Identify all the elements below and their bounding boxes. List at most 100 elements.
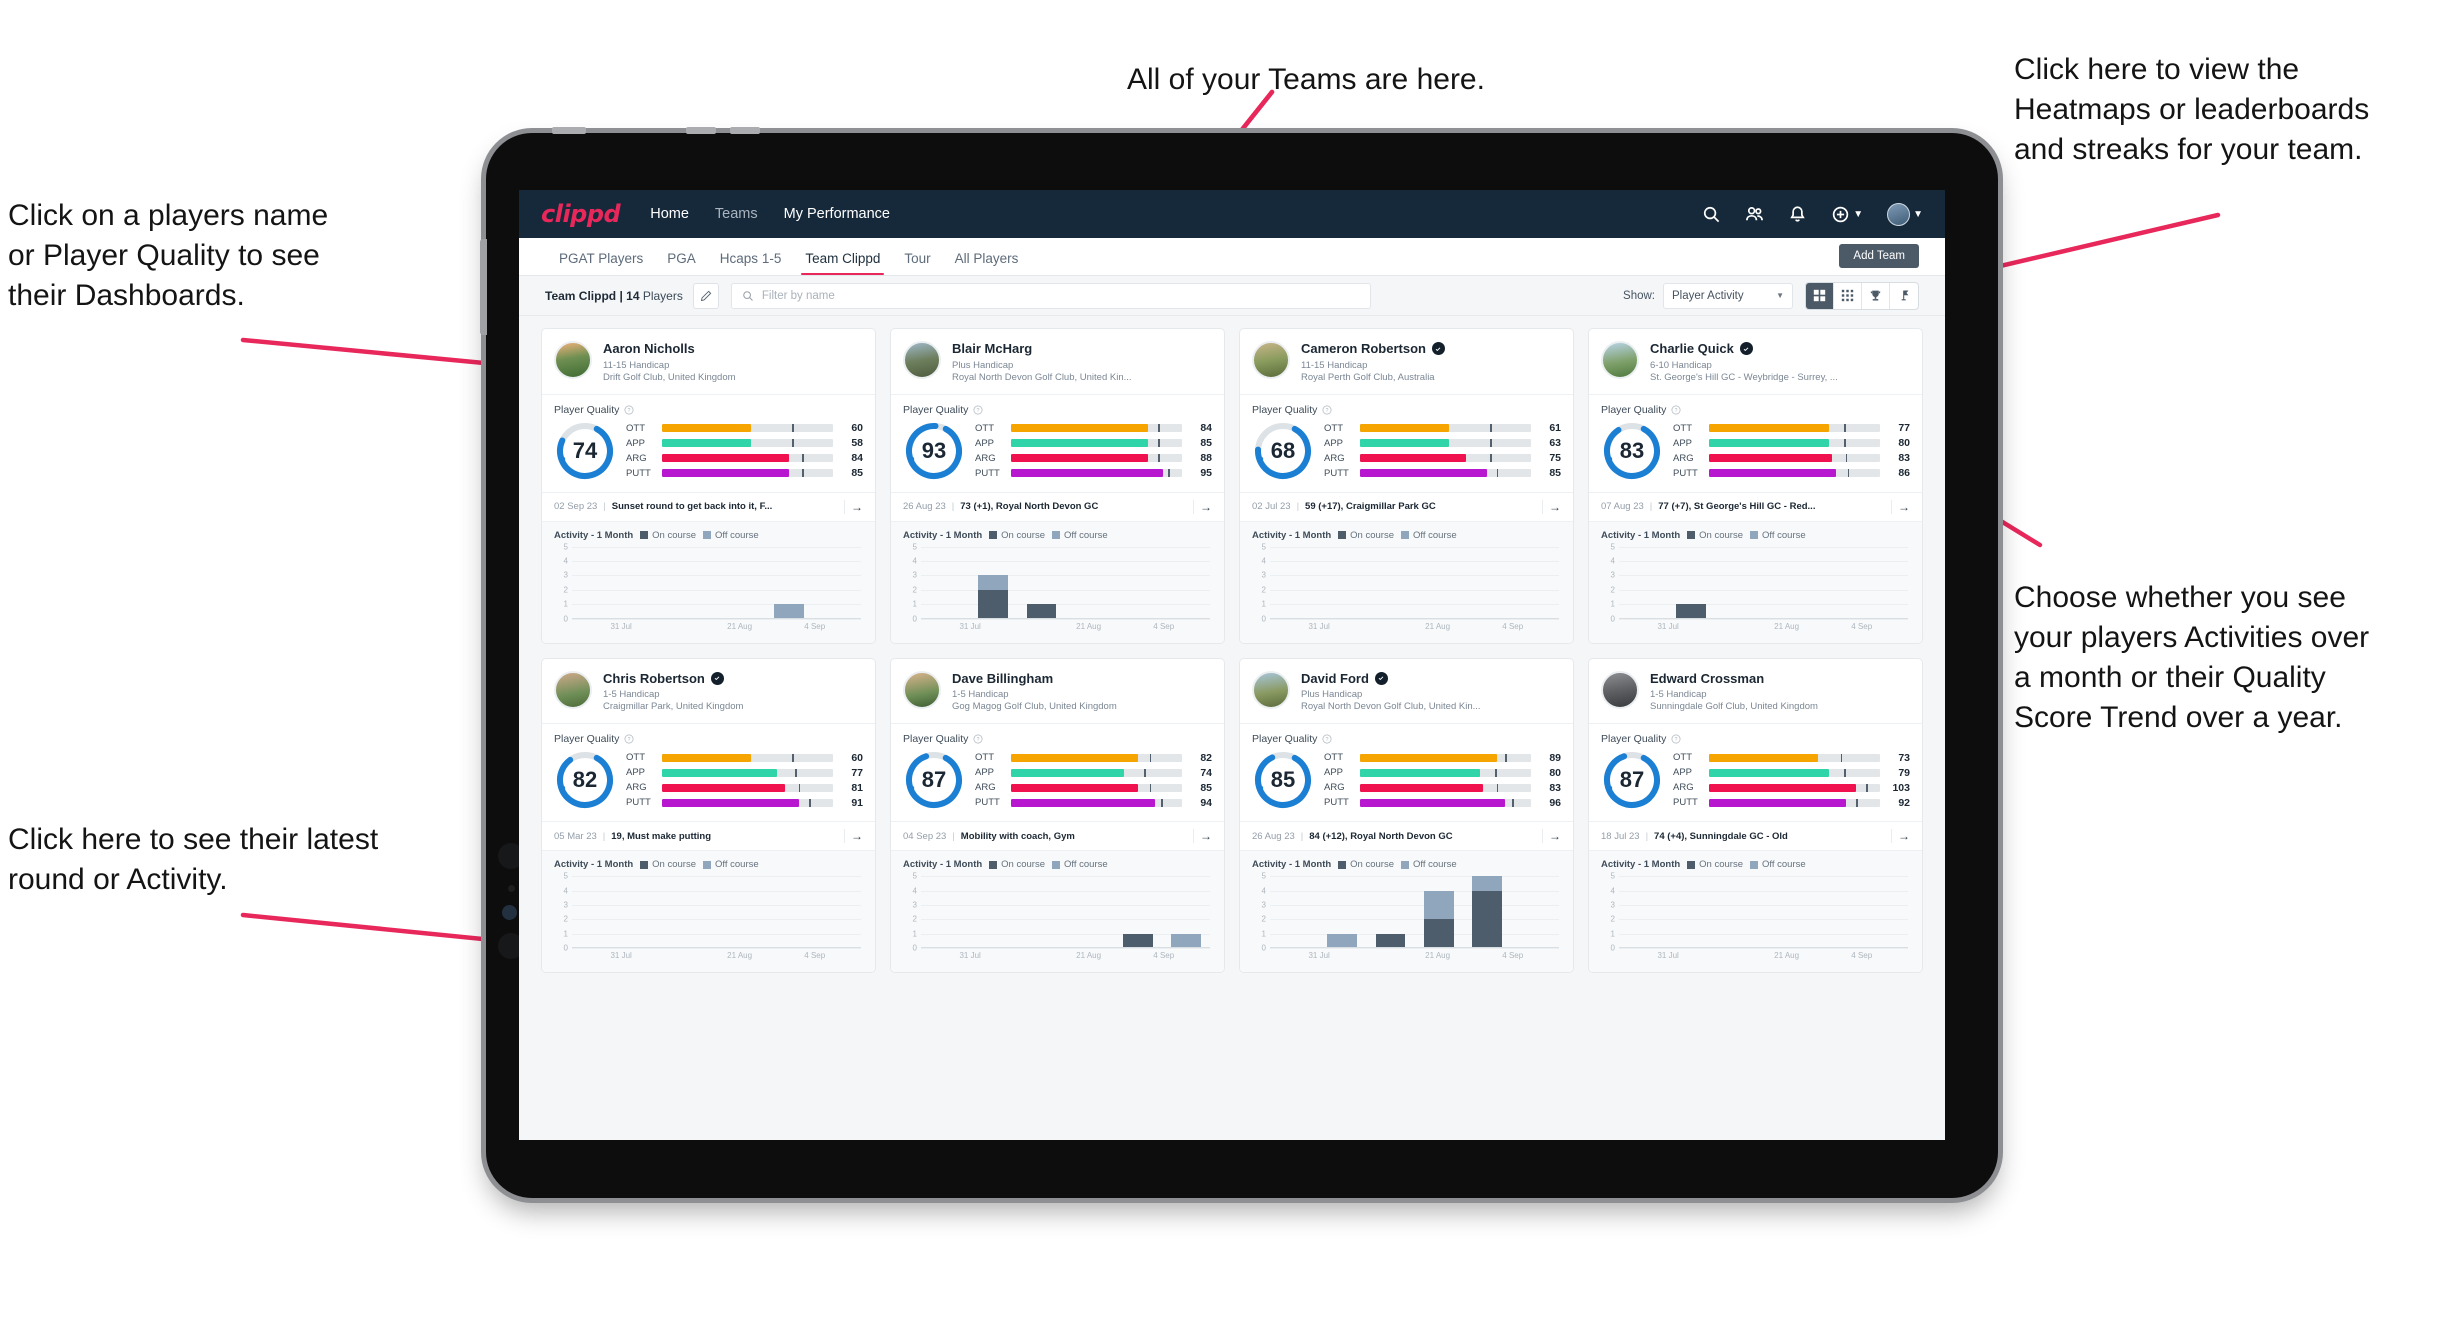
player-quality-section[interactable]: Player Quality ? 68 OTT 61 APP 63 ARG 75… (1240, 395, 1573, 493)
activity-chart: 5 4 3 2 1 0 31 Jul 21 Aug 4 Sep (903, 542, 1212, 633)
player-card-header[interactable]: Chris Robertson 1-5 Handicap Craigmillar… (542, 659, 875, 725)
player-quality-section[interactable]: Player Quality ? 83 OTT 77 APP 80 ARG 83… (1589, 395, 1922, 493)
avatar[interactable]: ▼ (1887, 202, 1923, 226)
trophy-icon[interactable] (1862, 282, 1890, 309)
player-card-header[interactable]: Dave Billingham 1-5 Handicap Gog Magog G… (891, 659, 1224, 725)
show-select[interactable]: Player Activity ▼ (1663, 282, 1793, 309)
latest-round-row[interactable]: 05 Mar 23 | 19, Must make putting → (542, 822, 875, 852)
player-quality-section[interactable]: Player Quality ? 87 OTT 82 APP 74 ARG 85… (891, 724, 1224, 823)
chart-bars (1619, 547, 1908, 619)
bar-stack (1279, 547, 1309, 619)
grid-small-icon[interactable] (1834, 282, 1862, 309)
player-name[interactable]: Chris Robertson (603, 671, 863, 687)
arrow-right-icon[interactable]: → (1891, 829, 1910, 844)
metric-row: PUTT 85 (1324, 467, 1561, 479)
player-quality-label: Player Quality (903, 403, 969, 416)
latest-round-row[interactable]: 26 Aug 23 | 73 (+1), Royal North Devon G… (891, 493, 1224, 522)
bar-stack (1520, 876, 1550, 948)
player-card[interactable]: Chris Robertson 1-5 Handicap Craigmillar… (541, 657, 876, 974)
player-card[interactable]: Aaron Nicholls 11-15 Handicap Drift Golf… (541, 328, 876, 644)
nav-item-teams[interactable]: Teams (715, 206, 758, 222)
chart-plot (921, 546, 1210, 620)
player-quality-section[interactable]: Player Quality ? 93 OTT 84 APP 85 ARG 88… (891, 395, 1224, 493)
arrow-right-icon[interactable]: → (1542, 829, 1561, 844)
player-name[interactable]: David Ford (1301, 671, 1561, 687)
player-quality-section[interactable]: Player Quality ? 74 OTT 60 APP 58 ARG 84… (542, 395, 875, 493)
nav-item-my-performance[interactable]: My Performance (784, 206, 890, 222)
player-name[interactable]: Charlie Quick (1650, 341, 1910, 357)
player-quality-section[interactable]: Player Quality ? 87 OTT 73 APP 79 ARG 10… (1589, 724, 1922, 823)
metric-benchmark-tick (1158, 424, 1160, 433)
player-card-header[interactable]: Blair McHarg Plus Handicap Royal North D… (891, 329, 1224, 395)
player-name[interactable]: Dave Billingham (952, 671, 1212, 687)
player-card[interactable]: Cameron Robertson 11-15 Handicap Royal P… (1239, 328, 1574, 644)
grid-large-icon[interactable] (1806, 282, 1834, 309)
tab-pga[interactable]: PGA (655, 251, 708, 275)
edit-team-button[interactable] (692, 282, 719, 309)
flag-icon[interactable] (1890, 283, 1918, 309)
arrow-right-icon[interactable]: → (1193, 829, 1212, 844)
metric-benchmark-tick (1844, 424, 1846, 433)
help-icon[interactable]: ? (1671, 405, 1681, 415)
add-team-button[interactable]: Add Team (1839, 244, 1919, 268)
search-input[interactable]: Filter by name (730, 282, 1371, 309)
arrow-right-icon[interactable]: → (844, 829, 863, 844)
player-quality-section[interactable]: Player Quality ? 85 OTT 89 APP 80 ARG 83… (1240, 724, 1573, 823)
people-icon[interactable] (1745, 205, 1764, 224)
player-quality-section[interactable]: Player Quality ? 82 OTT 60 APP 77 ARG 81… (542, 724, 875, 823)
metric-value: 83 (1898, 452, 1910, 465)
tab-hcaps-1-5[interactable]: Hcaps 1-5 (708, 251, 794, 275)
arrow-right-icon[interactable]: → (844, 499, 863, 514)
tab-pgat-players[interactable]: PGAT Players (547, 251, 655, 275)
help-icon[interactable]: ? (1671, 734, 1681, 744)
arrow-right-icon[interactable]: → (1193, 499, 1212, 514)
help-icon[interactable]: ? (1322, 405, 1332, 415)
latest-round-row[interactable]: 02 Sep 23 | Sunset round to get back int… (542, 493, 875, 522)
x-tick-label: 21 Aug (1076, 621, 1102, 631)
y-tick-label: 5 (563, 871, 568, 881)
latest-round-row[interactable]: 02 Jul 23 | 59 (+17), Craigmillar Park G… (1240, 493, 1573, 522)
latest-round-row[interactable]: 26 Aug 23 | 84 (+12), Royal North Devon … (1240, 822, 1573, 852)
tab-tour[interactable]: Tour (892, 251, 942, 275)
latest-separator: | (1300, 830, 1304, 842)
player-card[interactable]: David Ford Plus Handicap Royal North Dev… (1239, 657, 1574, 974)
latest-round-row[interactable]: 18 Jul 23 | 74 (+4), Sunningdale GC - Ol… (1589, 822, 1922, 852)
latest-round-row[interactable]: 07 Aug 23 | 77 (+7), St George's Hill GC… (1589, 493, 1922, 522)
player-name[interactable]: Edward Crossman (1650, 671, 1910, 687)
quality-ring: 93 (903, 420, 965, 482)
bell-icon[interactable] (1788, 205, 1807, 224)
player-name[interactable]: Aaron Nicholls (603, 341, 863, 357)
legend-off-course: Off course (1401, 530, 1457, 541)
latest-round-row[interactable]: 04 Sep 23 | Mobility with coach, Gym → (891, 822, 1224, 852)
help-icon[interactable]: ? (624, 405, 634, 415)
tab-team-clippd[interactable]: Team Clippd (793, 251, 892, 275)
player-card-header[interactable]: Charlie Quick 6-10 Handicap St. George's… (1589, 329, 1922, 395)
y-tick-label: 0 (1610, 614, 1615, 624)
help-icon[interactable]: ? (973, 734, 983, 744)
player-card-header[interactable]: Edward Crossman 1-5 Handicap Sunningdale… (1589, 659, 1922, 725)
help-icon[interactable]: ? (624, 734, 634, 744)
x-tick-label: 4 Sep (1502, 951, 1524, 961)
player-club: Royal Perth Golf Club, Australia (1301, 371, 1435, 383)
clippd-logo[interactable]: clippd (541, 200, 621, 228)
nav-item-home[interactable]: Home (650, 206, 689, 222)
metric-fill (1709, 454, 1833, 463)
player-card[interactable]: Dave Billingham 1-5 Handicap Gog Magog G… (890, 657, 1225, 974)
arrow-right-icon[interactable]: → (1542, 499, 1561, 514)
player-card[interactable]: Charlie Quick 6-10 Handicap St. George's… (1588, 328, 1923, 644)
help-icon[interactable]: ? (1322, 734, 1332, 744)
arrow-right-icon[interactable]: → (1891, 499, 1910, 514)
player-card[interactable]: Edward Crossman 1-5 Handicap Sunningdale… (1588, 657, 1923, 974)
player-card[interactable]: Blair McHarg Plus Handicap Royal North D… (890, 328, 1225, 644)
player-card-header[interactable]: David Ford Plus Handicap Royal North Dev… (1240, 659, 1573, 725)
help-icon[interactable]: ? (973, 405, 983, 415)
player-name[interactable]: Blair McHarg (952, 341, 1212, 357)
player-name[interactable]: Cameron Robertson (1301, 341, 1561, 357)
player-card-header[interactable]: Aaron Nicholls 11-15 Handicap Drift Golf… (542, 329, 875, 395)
search-icon[interactable] (1702, 205, 1721, 224)
player-card-header[interactable]: Cameron Robertson 11-15 Handicap Royal P… (1240, 329, 1573, 395)
chart-bars (921, 876, 1210, 949)
app-top-navbar: clippd Home Teams My Performance ▼ ▼ (519, 190, 1945, 238)
plus-circle-icon[interactable]: ▼ (1831, 205, 1863, 224)
tab-all-players[interactable]: All Players (943, 251, 1031, 275)
